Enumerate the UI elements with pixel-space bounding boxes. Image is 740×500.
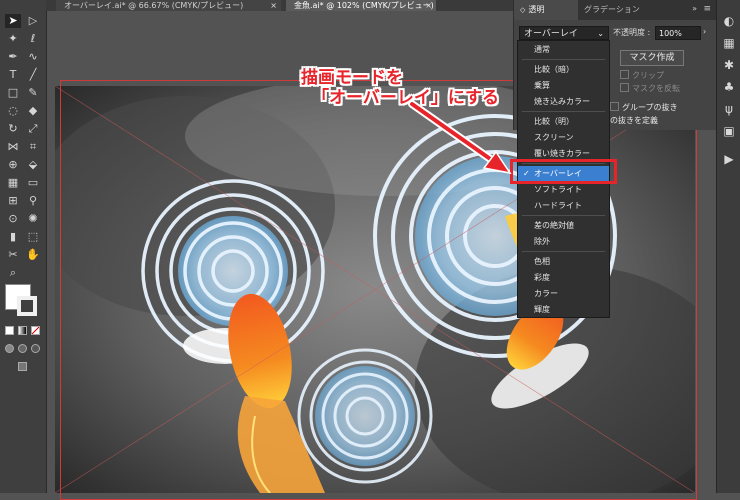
- draw-behind-icon[interactable]: [18, 344, 27, 353]
- blend-option[interactable]: 彩度: [518, 270, 609, 285]
- blend-option[interactable]: 色相: [518, 254, 609, 269]
- tab-overlay-document[interactable]: オーバーレイ.ai* @ 66.67% (CMYK/プレビュー) ×: [56, 0, 281, 11]
- checkbox-icon: [620, 70, 629, 79]
- column-graph-tool-icon[interactable]: ▮: [5, 230, 21, 244]
- blend-option[interactable]: ハードライト: [518, 198, 609, 213]
- knockout-label: の抜きを定義: [610, 116, 658, 125]
- lasso-tool-icon[interactable]: ℓ: [25, 32, 41, 46]
- make-mask-button[interactable]: マスク作成: [620, 50, 684, 66]
- direct-selection-tool-icon[interactable]: ▷: [25, 14, 41, 28]
- tab-label: オーバーレイ.ai* @ 66.67% (CMYK/プレビュー): [64, 1, 244, 10]
- panel-tab-bar: ◇ 透明 グラデーション » ≡: [514, 0, 717, 20]
- appearance-icon[interactable]: ◐: [720, 12, 738, 30]
- mesh-tool-icon[interactable]: ⊞: [5, 194, 21, 208]
- isolate-blending-checkbox[interactable]: グループの抜き: [610, 102, 678, 113]
- blend-option[interactable]: 乗算: [518, 78, 609, 93]
- width-tool-icon[interactable]: ⋈: [5, 140, 21, 154]
- perspective-grid-tool-icon[interactable]: ▦: [5, 176, 21, 190]
- tab-goldfish-document[interactable]: 金魚.ai* @ 102% (CMYK/プレビュー) ×: [286, 0, 436, 11]
- checkbox-icon: [620, 83, 629, 92]
- gradient-tool-icon[interactable]: ▭: [25, 176, 41, 190]
- clip-checkbox[interactable]: クリップ: [620, 70, 664, 81]
- gradient-icon[interactable]: [18, 326, 27, 335]
- blend-tool-icon[interactable]: ⊙: [5, 212, 21, 226]
- draw-inside-icon[interactable]: [31, 344, 40, 353]
- draw-normal-icon[interactable]: [5, 344, 14, 353]
- blend-option[interactable]: 除外: [518, 234, 609, 249]
- zoom-tool-icon[interactable]: ⌕: [5, 266, 21, 280]
- collapse-icon[interactable]: »: [692, 4, 697, 13]
- chevron-right-icon[interactable]: ›: [703, 27, 706, 36]
- clip-label: クリップ: [632, 71, 664, 80]
- blend-option[interactable]: 通常: [518, 42, 609, 57]
- document-tab-bar: オーバーレイ.ai* @ 66.67% (CMYK/プレビュー) × 金魚.ai…: [46, 0, 514, 11]
- tab-transparency[interactable]: ◇ 透明: [514, 0, 578, 20]
- rotate-tool-icon[interactable]: ↻: [5, 122, 21, 136]
- paintbrush-tool-icon[interactable]: ✎: [25, 86, 41, 100]
- close-icon[interactable]: ×: [425, 0, 432, 11]
- panel-toggle-icon: ◇: [520, 6, 526, 14]
- shape-builder-tool-icon[interactable]: ⊕: [5, 158, 21, 172]
- blend-option[interactable]: 比較（明）: [518, 114, 609, 129]
- opacity-label: 不透明度 :: [613, 28, 651, 37]
- shaper-tool-icon[interactable]: ◌: [5, 104, 21, 118]
- line-tool-icon[interactable]: ╱: [25, 68, 41, 82]
- tab-label: 透明: [528, 5, 545, 14]
- eraser-tool-icon[interactable]: ◆: [25, 104, 41, 118]
- tab-label: 金魚.ai* @ 102% (CMYK/プレビュー): [294, 1, 434, 10]
- live-paint-tool-icon[interactable]: ⬙: [25, 158, 41, 172]
- free-transform-tool-icon[interactable]: ⌗: [25, 140, 41, 154]
- separator: [522, 59, 605, 60]
- checkbox-icon: [610, 102, 619, 111]
- brushes-icon[interactable]: ✱: [720, 56, 738, 74]
- scale-tool-icon[interactable]: ⤢: [25, 122, 41, 136]
- separator: [522, 251, 605, 252]
- rectangle-tool-icon[interactable]: □: [5, 86, 21, 100]
- tab-gradient[interactable]: グラデーション: [584, 0, 640, 20]
- curvature-tool-icon[interactable]: ∿: [25, 50, 41, 64]
- layers-icon[interactable]: ▣: [720, 122, 738, 140]
- blend-option[interactable]: 輝度: [518, 302, 609, 317]
- selection-tool-icon[interactable]: ➤: [5, 14, 21, 28]
- invert-mask-label: マスクを反転: [632, 84, 680, 93]
- slice-tool-icon[interactable]: ✂: [5, 248, 21, 262]
- graphic-styles-icon[interactable]: ψ: [720, 100, 738, 118]
- opacity-input[interactable]: 100%: [655, 26, 701, 40]
- symbols-icon[interactable]: ♣: [720, 78, 738, 96]
- screen-mode-icon[interactable]: [18, 362, 27, 371]
- separator: [522, 111, 605, 112]
- stroke-swatch[interactable]: [17, 296, 37, 316]
- highlight-box: [510, 159, 617, 184]
- blend-option[interactable]: 焼き込みカラー: [518, 94, 609, 109]
- knockout-checkbox[interactable]: の抜きを定義: [610, 115, 658, 126]
- separator: [522, 215, 605, 216]
- blend-option[interactable]: 比較（暗）: [518, 62, 609, 77]
- artboard-tool-icon[interactable]: ⬚: [25, 230, 41, 244]
- pen-tool-icon[interactable]: ✒: [5, 50, 21, 64]
- blend-option[interactable]: スクリーン: [518, 130, 609, 145]
- chevron-down-icon: ⌄: [597, 29, 604, 38]
- type-tool-icon[interactable]: T: [5, 68, 21, 82]
- blend-mode-select[interactable]: オーバーレイ ⌄: [519, 26, 609, 40]
- swatches-icon[interactable]: ▦: [720, 34, 738, 52]
- blend-option[interactable]: ソフトライト: [518, 182, 609, 197]
- eyedropper-tool-icon[interactable]: ⚲: [25, 194, 41, 208]
- panel-menu-icon[interactable]: ≡: [703, 4, 711, 14]
- hand-tool-icon[interactable]: ✋: [25, 248, 41, 262]
- isolate-label: グループの抜き: [622, 103, 678, 112]
- blend-option[interactable]: 差の絶対値: [518, 218, 609, 233]
- tools-panel: ➤ ▷ ✦ ℓ ✒ ∿ T ╱ □ ✎ ◌ ◆ ↻ ⤢ ⋈ ⌗ ⊕ ⬙ ▦ ▭ …: [0, 0, 47, 493]
- annotation-line-2: 「オーバーレイ」にする: [312, 88, 499, 108]
- invert-mask-checkbox[interactable]: マスクを反転: [620, 83, 680, 94]
- close-icon[interactable]: ×: [270, 0, 277, 11]
- play-icon[interactable]: ▶: [720, 150, 738, 168]
- blend-option[interactable]: カラー: [518, 286, 609, 301]
- symbol-sprayer-tool-icon[interactable]: ✺: [25, 212, 41, 226]
- none-color-icon[interactable]: [31, 326, 40, 335]
- blend-mode-value: オーバーレイ: [524, 29, 578, 39]
- right-dock: ◐ ▦ ✱ ♣ ψ ▣ ▶: [716, 0, 740, 493]
- fill-color-icon[interactable]: [5, 326, 14, 335]
- magic-wand-tool-icon[interactable]: ✦: [5, 32, 21, 46]
